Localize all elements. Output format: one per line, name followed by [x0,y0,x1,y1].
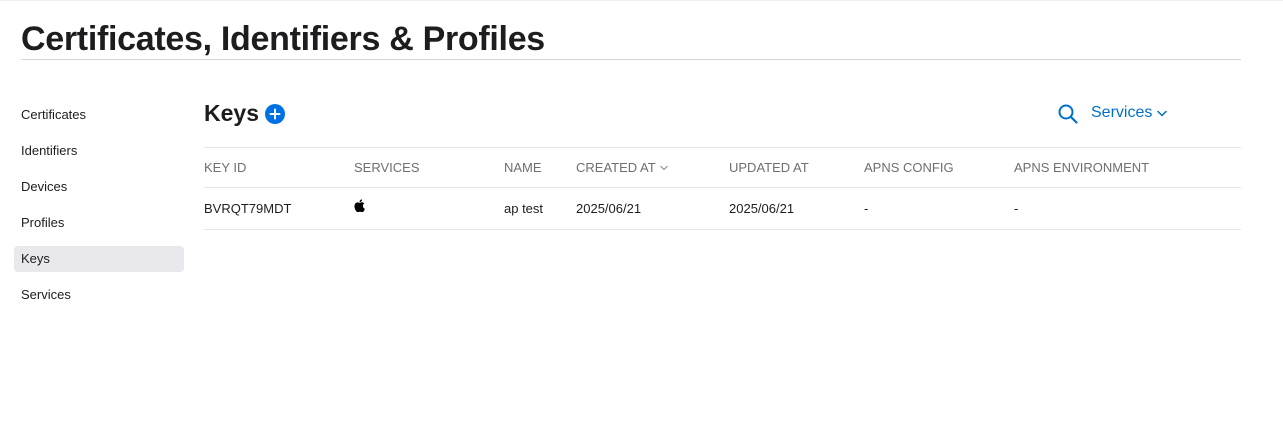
section-title: Keys [204,100,259,126]
sort-chevron-down-icon [660,165,668,171]
column-header-services[interactable]: SERVICES [354,148,420,187]
keys-table: KEY ID SERVICES NAME CREATED AT UPDATED … [204,147,1241,230]
services-filter-label: Services [1091,104,1153,121]
chevron-down-icon [1157,110,1168,117]
sidebar-item-profiles[interactable]: Profiles [14,210,184,236]
sidebar-item-services[interactable]: Services [14,282,184,308]
column-header-key-id[interactable]: KEY ID [204,148,246,187]
sidebar-item-devices[interactable]: Devices [14,174,184,200]
search-button[interactable] [1057,103,1079,125]
sidebar: Certificates Identifiers Devices Profile… [14,102,184,318]
apple-logo-icon [354,199,365,212]
sidebar-item-identifiers[interactable]: Identifiers [14,138,184,164]
cell-apns-config: - [864,201,869,216]
cell-name: ap test [504,201,544,216]
cell-created-at: 2025/06/21 [576,201,642,216]
add-key-button[interactable] [264,104,285,124]
plus-circle-icon [269,108,281,120]
table-header-row: KEY ID SERVICES NAME CREATED AT UPDATED … [204,147,1241,188]
column-header-apns-config[interactable]: APNS CONFIG [864,148,954,187]
column-header-created-at[interactable]: CREATED AT [576,148,668,187]
cell-updated-at: 2025/06/21 [729,201,795,216]
title-divider [21,59,1241,60]
column-header-updated-at[interactable]: UPDATED AT [729,148,809,187]
services-filter-dropdown[interactable]: Services [1091,101,1168,125]
cell-apns-environment: - [1014,201,1019,216]
sidebar-item-certificates[interactable]: Certificates [14,102,184,128]
column-header-created-at-label: CREATED AT [576,160,656,175]
table-row[interactable]: BVRQT79MDT ap test 2025/06/21 2025/06/21… [204,188,1241,230]
page: Certificates, Identifiers & Profiles Cer… [0,0,1283,421]
sidebar-item-keys[interactable]: Keys [14,246,184,272]
page-title: Certificates, Identifiers & Profiles [21,20,545,58]
cell-services [354,188,365,229]
search-icon [1058,104,1078,124]
column-header-apns-environment[interactable]: APNS ENVIRONMENT [1014,148,1149,187]
column-header-name[interactable]: NAME [504,148,542,187]
cell-key-id[interactable]: BVRQT79MDT [204,188,291,229]
section-header: Keys [204,97,285,129]
